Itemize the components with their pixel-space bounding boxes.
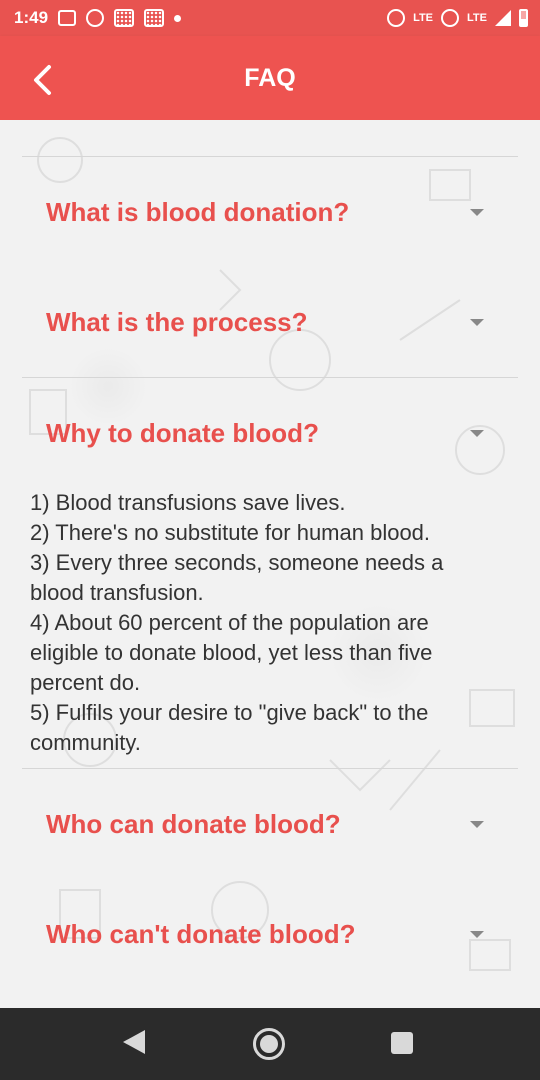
page-title: FAQ <box>244 63 296 92</box>
chevron-down-icon <box>470 430 484 437</box>
nav-home-icon[interactable] <box>253 1028 285 1060</box>
faq-header[interactable]: What is the process? <box>22 267 518 377</box>
faq-header[interactable]: Who can donate blood? <box>22 769 518 879</box>
chevron-down-icon <box>470 319 484 326</box>
faq-item-what-is-the-process: What is the process? <box>22 267 518 377</box>
answer-line: 4) About 60 percent of the population ar… <box>30 610 433 695</box>
faq-question: What is blood donation? <box>46 196 350 227</box>
alarm-icon <box>387 9 406 27</box>
faq-item-what-is-blood-donation: What is blood donation? <box>22 157 518 267</box>
status-bar: 1:49 LTE LTE <box>0 0 540 36</box>
answer-line: 5) Fulfils your desire to "give back" to… <box>30 700 429 755</box>
faq-question: What is the process? <box>46 306 308 337</box>
answer-line: 2) There's no substitute for human blood… <box>30 520 431 545</box>
nav-recents-icon[interactable] <box>391 1032 413 1054</box>
battery-icon <box>519 9 528 27</box>
app-notification-icon <box>114 9 135 27</box>
faq-item-who-cant-donate: Who can't donate blood? <box>22 879 518 989</box>
chevron-left-icon <box>34 65 51 95</box>
back-button[interactable] <box>22 60 62 100</box>
faq-question: Who can't donate blood? <box>46 918 356 949</box>
faq-list: What is blood donation? What is the proc… <box>22 156 518 989</box>
faq-content[interactable]: What is blood donation? What is the proc… <box>0 120 540 1008</box>
app-bar: FAQ <box>0 36 540 120</box>
app-notification-icon-2 <box>144 9 165 27</box>
whatsapp-icon <box>86 9 105 27</box>
system-nav-bar <box>0 1008 540 1080</box>
faq-item-why-to-donate-blood: Why to donate blood? 1) Blood transfusio… <box>22 378 518 768</box>
status-time: 1:49 <box>14 8 49 27</box>
lte-call-label: LTE <box>413 12 434 24</box>
chevron-down-icon <box>470 209 484 216</box>
hotspot-icon <box>441 9 460 27</box>
chevron-down-icon <box>470 821 484 828</box>
faq-header[interactable]: What is blood donation? <box>22 157 518 267</box>
nav-back-icon[interactable] <box>123 1030 145 1054</box>
faq-header[interactable]: Why to donate blood? <box>22 378 518 488</box>
faq-question: Who can donate blood? <box>46 808 341 839</box>
notification-icon <box>58 10 77 26</box>
faq-answer: 1) Blood transfusions save lives. 2) The… <box>22 488 518 768</box>
faq-question: Why to donate blood? <box>46 417 319 448</box>
faq-item-who-can-donate: Who can donate blood? <box>22 769 518 879</box>
signal-icon <box>495 10 511 26</box>
faq-header[interactable]: Who can't donate blood? <box>22 879 518 989</box>
lte-label: LTE <box>467 12 487 24</box>
chevron-down-icon <box>470 931 484 938</box>
answer-line: 1) Blood transfusions save lives. <box>30 490 346 515</box>
answer-line: 3) Every three seconds, someone needs a … <box>30 550 444 605</box>
more-notifications-dot <box>174 14 182 22</box>
